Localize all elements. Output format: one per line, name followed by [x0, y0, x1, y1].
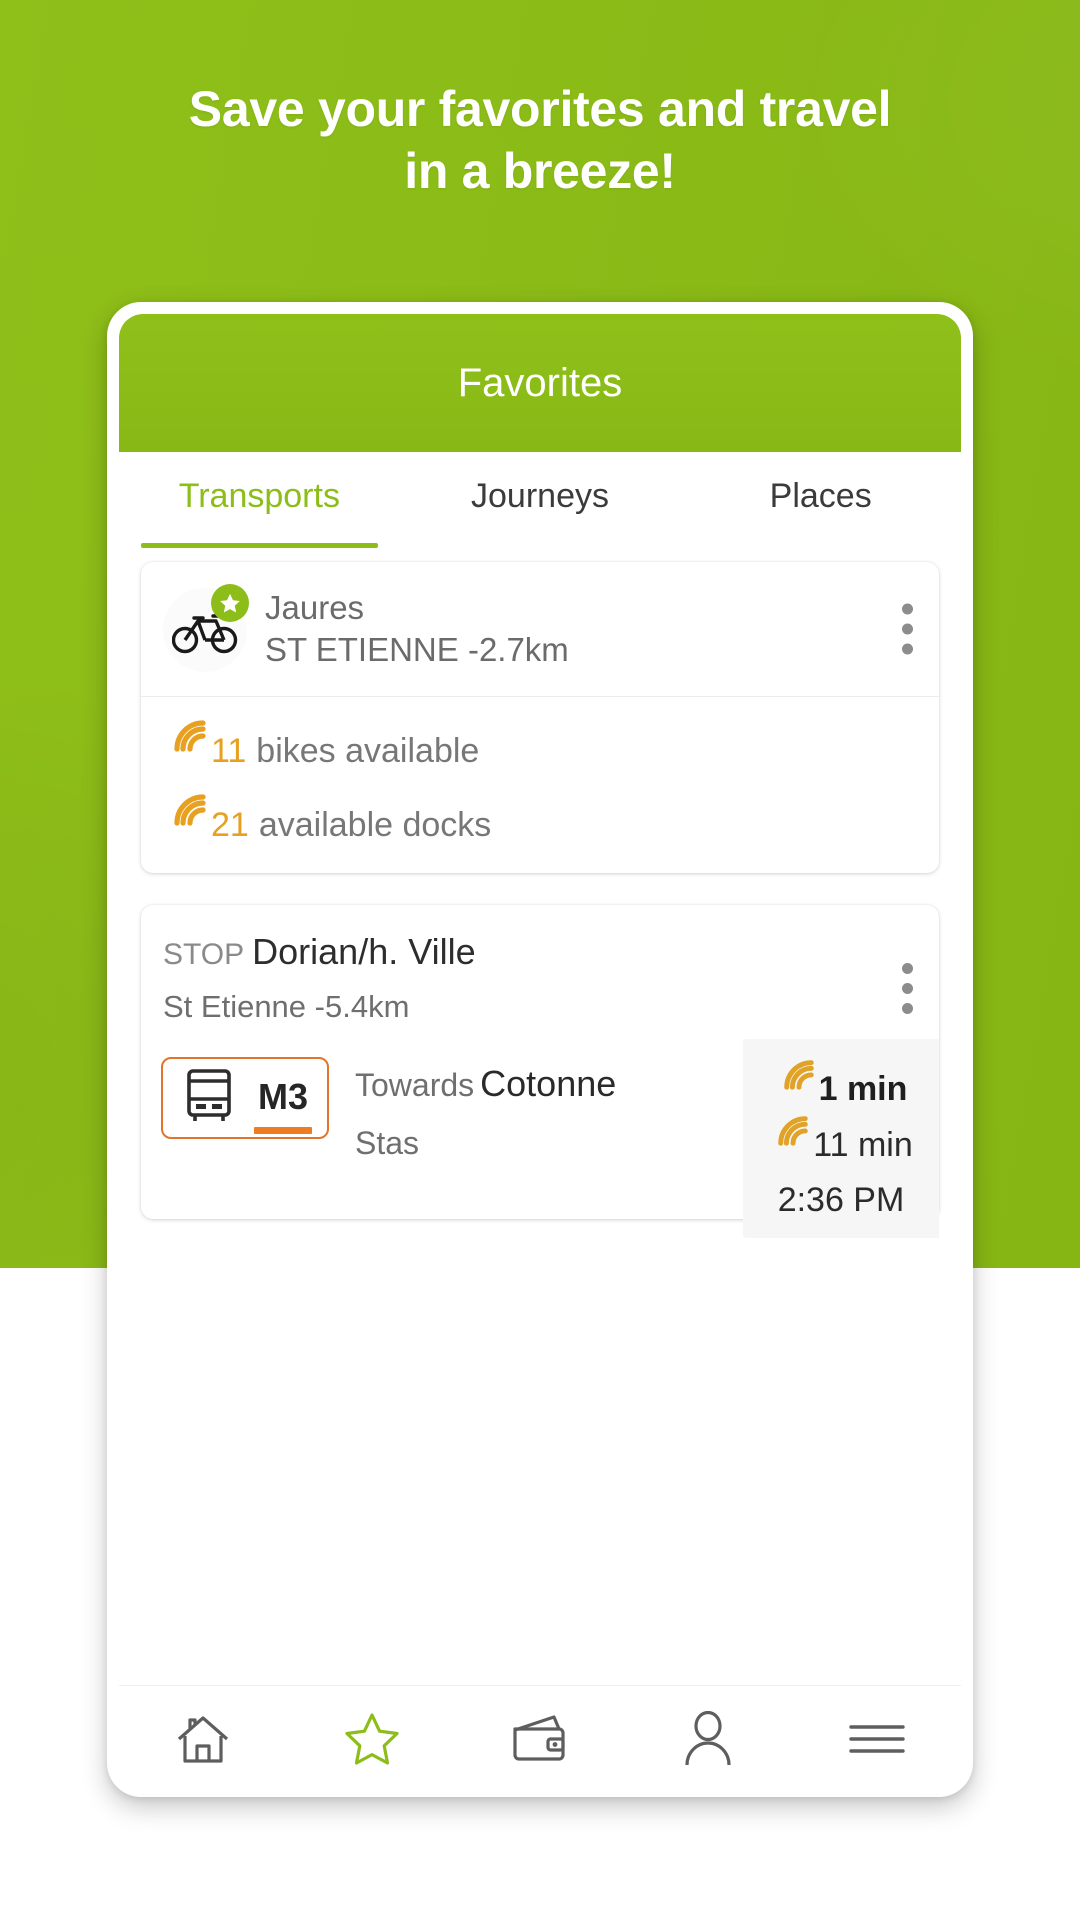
departure-time-value: 1 min [818, 1070, 908, 1108]
realtime-wave-icon [781, 1057, 817, 1111]
bus-stop-kebab-menu-icon[interactable] [901, 963, 913, 1014]
bike-station-location: ST ETIENNE -2.7km [265, 628, 569, 672]
line-badge[interactable]: M3 [161, 1057, 329, 1139]
tab-transports-label: Transports [178, 476, 340, 515]
bike-station-name: Jaures [265, 589, 365, 626]
departure-time-value: 11 min [813, 1126, 913, 1164]
tab-journeys[interactable]: Journeys [400, 452, 681, 548]
bus-stop-distance: 5.4km [325, 989, 410, 1024]
bike-availability-label: bikes available [256, 732, 480, 770]
bus-stop-separator: - [314, 989, 325, 1024]
bus-stop-departure-block: M3 Towards Cotonne Stas 1 min 11 min 2:3… [141, 1039, 939, 1238]
person-icon [682, 1710, 734, 1772]
bus-stop-kind: STOP [163, 938, 245, 971]
bike-station-kebab-menu-icon[interactable] [901, 603, 913, 655]
departure-times-panel: 1 min 11 min 2:36 PM [743, 1039, 939, 1238]
departure-time-row: 11 min [743, 1113, 939, 1169]
tab-journeys-label: Journeys [471, 476, 609, 515]
nav-home-button[interactable] [133, 1686, 273, 1798]
dock-availability-count: 21 [211, 806, 249, 844]
favorite-card-bike-station[interactable]: Jaures ST ETIENNE -2.7km 11 bikes availa… [141, 562, 939, 873]
phone-frame: Favorites Transports Journeys Places Jau… [107, 302, 973, 1797]
bike-station-header: Jaures ST ETIENNE -2.7km [141, 562, 939, 697]
nav-account-button[interactable] [638, 1686, 778, 1798]
bike-availability-row: 11 bikes available [171, 717, 917, 773]
line-code-text: M3 [257, 1076, 308, 1117]
bike-station-availability: 11 bikes available 21 available docks [141, 697, 939, 873]
promo-headline-line2: in a breeze! [404, 143, 676, 199]
bus-stop-title-row: STOP Dorian/h. Ville [163, 929, 917, 983]
realtime-wave-icon [171, 791, 209, 845]
bus-stop-header: STOP Dorian/h. Ville St Etienne -5.4km [141, 905, 939, 1039]
favorite-card-bus-stop[interactable]: STOP Dorian/h. Ville St Etienne -5.4km M… [141, 905, 939, 1238]
bike-availability-count: 11 [211, 732, 247, 770]
app-bar-title: Favorites [457, 361, 623, 405]
star-icon [343, 1711, 401, 1772]
bus-stop-name: Dorian/h. Ville [252, 931, 476, 972]
realtime-wave-icon [775, 1113, 811, 1167]
promo-headline: Save your favorites and travel in a bree… [0, 78, 1080, 202]
line-color-bar [253, 1127, 312, 1134]
bicycle-icon [163, 584, 249, 672]
dock-availability-label: available docks [258, 806, 492, 844]
star-icon [211, 584, 249, 622]
tab-places-label: Places [769, 476, 872, 515]
bike-station-distance: 2.7km [478, 631, 569, 668]
bus-stop-location: St Etienne -5.4km [163, 983, 917, 1031]
tab-transports[interactable]: Transports [119, 452, 400, 548]
bike-station-city: ST ETIENNE [265, 631, 459, 668]
bus-stop-city: St Etienne [163, 989, 307, 1024]
bus-icon [182, 1067, 236, 1130]
tab-bar: Transports Journeys Places [119, 452, 961, 548]
nav-favorites-button[interactable] [302, 1686, 442, 1798]
hamburger-menu-icon [848, 1719, 906, 1764]
bottom-navigation-bar [119, 1685, 961, 1797]
promo-headline-line1: Save your favorites and travel [188, 81, 892, 137]
line-code: M3 [253, 1076, 312, 1134]
app-bar: Favorites [119, 314, 961, 452]
home-icon [174, 1712, 232, 1771]
app-screen: Favorites Transports Journeys Places Jau… [119, 314, 961, 1797]
bike-station-separator: - [467, 631, 479, 668]
departure-time-value: 2:36 PM [777, 1181, 905, 1219]
destination-prefix: Towards [355, 1067, 475, 1103]
dock-availability-row: 21 available docks [171, 791, 917, 847]
nav-wallet-button[interactable] [470, 1686, 610, 1798]
bike-station-texts: Jaures ST ETIENNE -2.7km [265, 588, 569, 672]
destination-name: Cotonne [480, 1063, 617, 1104]
wallet-icon [510, 1713, 570, 1770]
tab-places[interactable]: Places [680, 452, 961, 548]
nav-menu-button[interactable] [807, 1686, 947, 1798]
departure-time-row: 1 min [743, 1057, 939, 1113]
realtime-wave-icon [171, 717, 209, 771]
favorites-list: Jaures ST ETIENNE -2.7km 11 bikes availa… [119, 548, 961, 1708]
